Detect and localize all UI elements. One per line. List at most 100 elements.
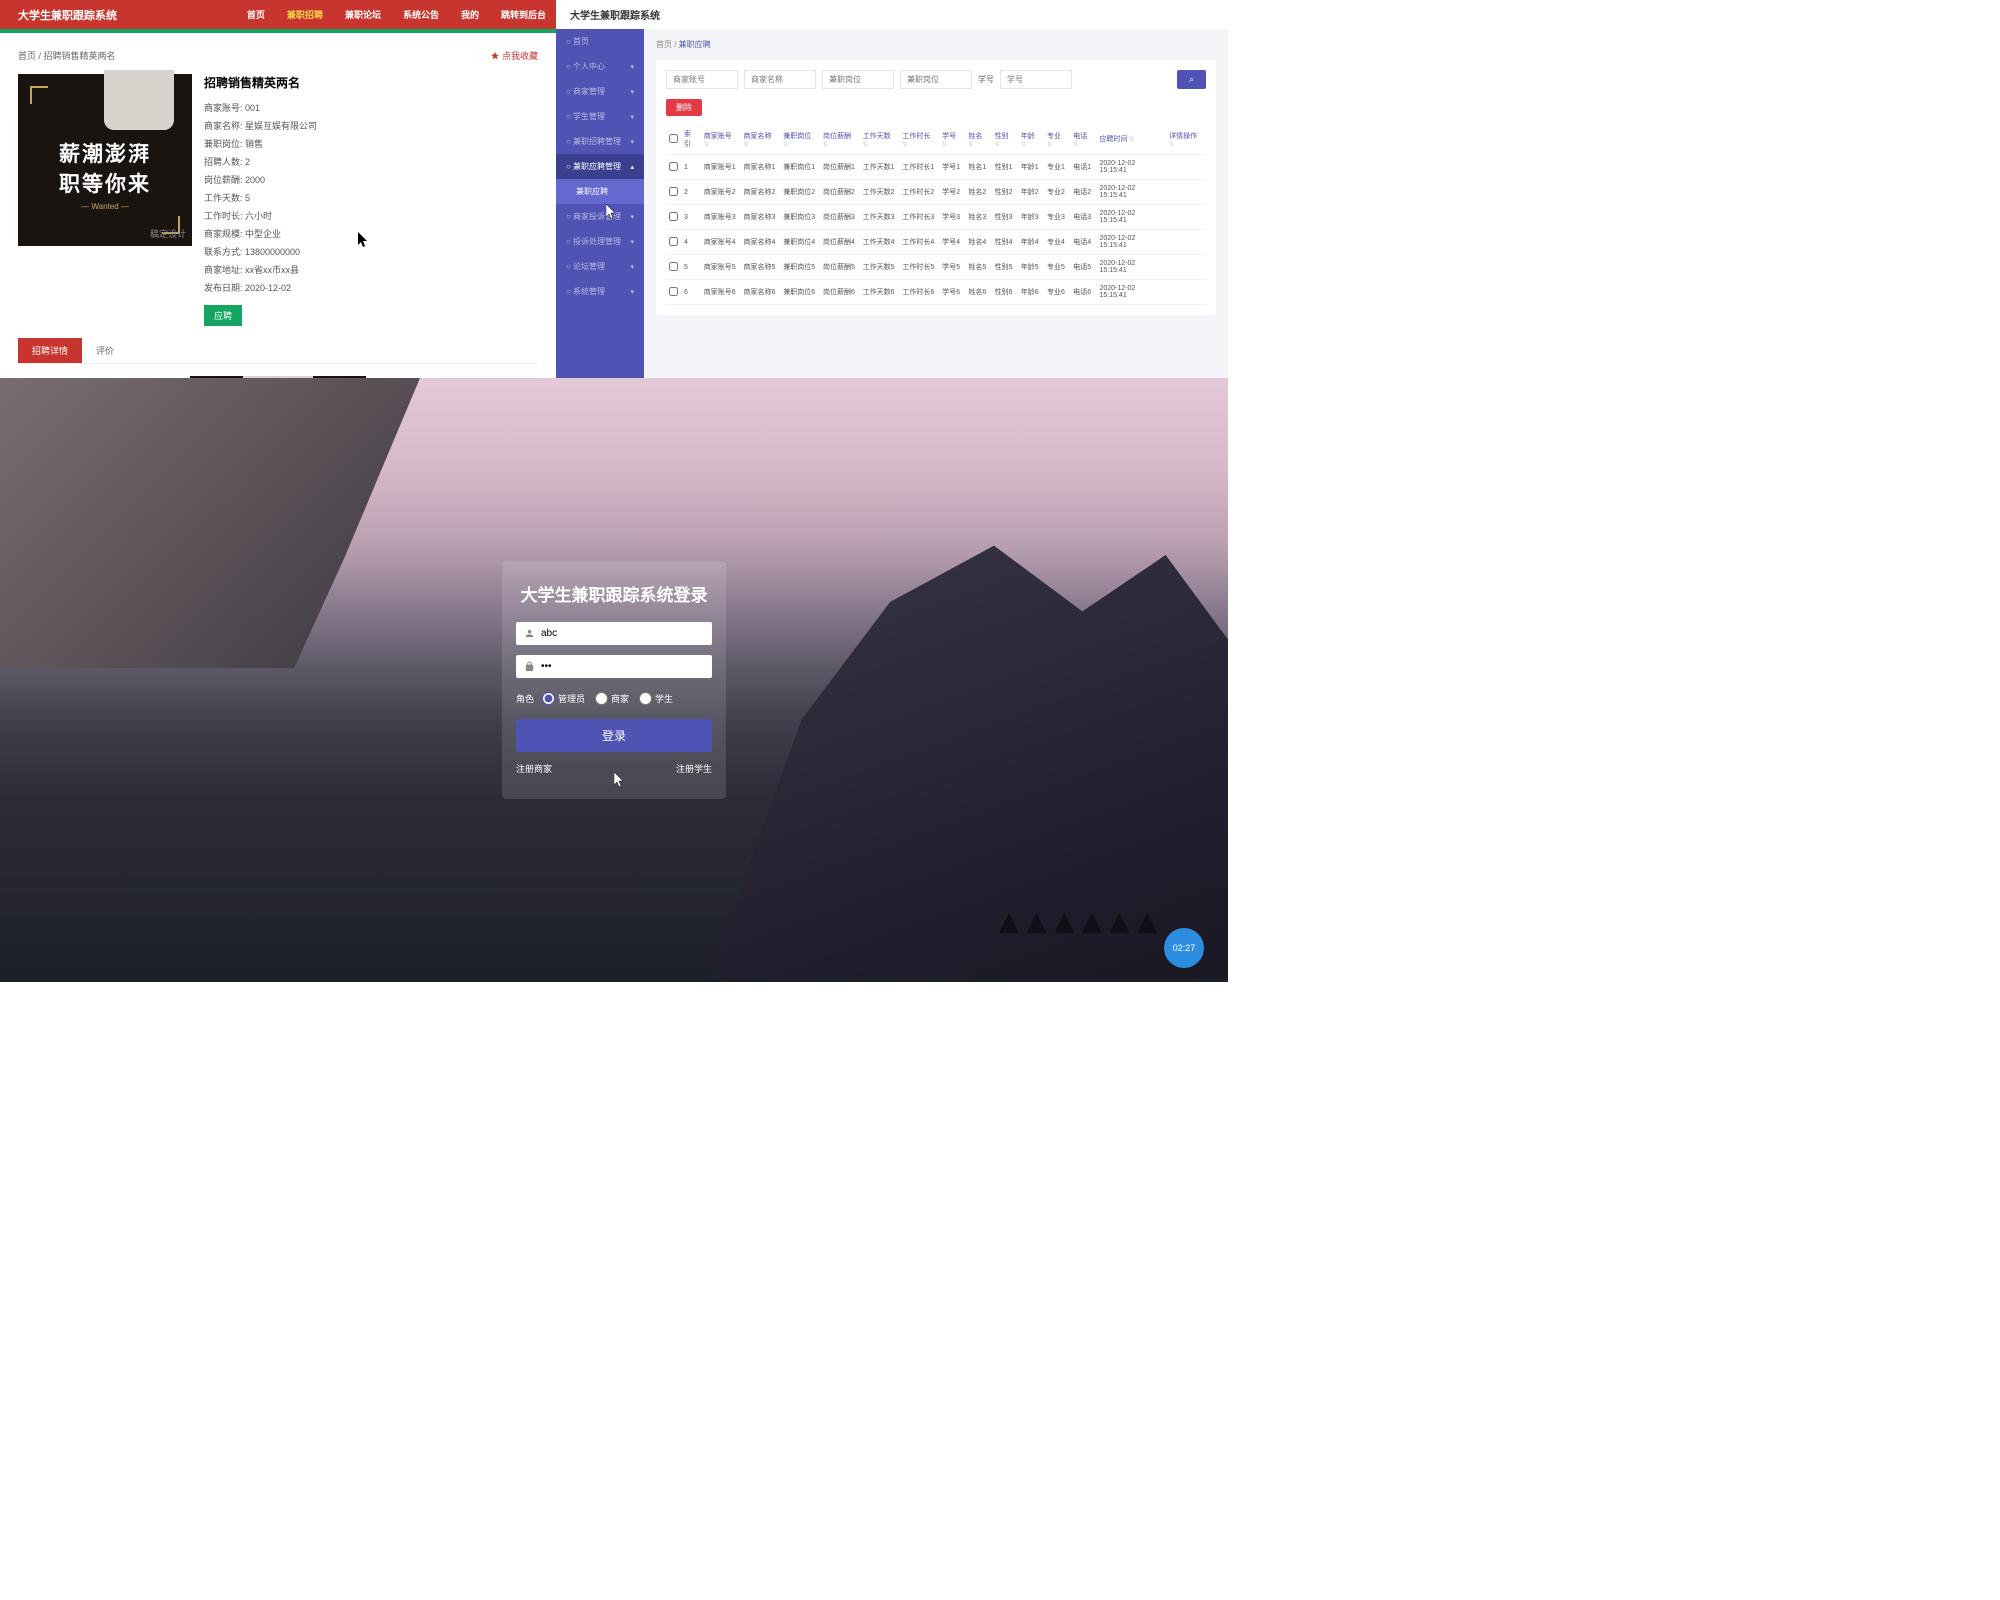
row-checkbox[interactable] [669, 162, 678, 171]
table-cell: 工作天数3 [860, 205, 900, 230]
table-cell: 商家账号1 [701, 155, 741, 180]
row-checkbox[interactable] [669, 237, 678, 246]
bulk-delete-button[interactable]: 删除 [666, 99, 702, 116]
nav-item[interactable]: 首页 [247, 8, 265, 21]
table-cell: 学号3 [939, 205, 965, 230]
breadcrumb-text: 首页 / 招聘销售精英两名 [18, 49, 116, 62]
sidebar-item[interactable]: ○ 个人中心▾ [556, 54, 644, 79]
table-header[interactable]: 工作天数 [860, 124, 900, 155]
table-header[interactable]: 电话 [1070, 124, 1096, 155]
sidebar-item[interactable]: ○ 商家投诉管理▾ [556, 204, 644, 229]
nav-item[interactable]: 兼职招聘 [287, 8, 323, 21]
table-cell: 2 [681, 180, 701, 205]
detail-tab[interactable]: 招聘详情 [18, 338, 82, 363]
detail-field: 商家账号: 001 [204, 99, 538, 117]
table-row: 5商家账号5商家名称5兼职岗位5岗位薪酬5工作天数5工作时长5学号5姓名5性别5… [666, 255, 1206, 280]
nav-item[interactable]: 跳转到后台 [501, 8, 546, 21]
sidebar-item[interactable]: ○ 首页 [556, 29, 644, 54]
favorite-button[interactable]: 点我收藏 [490, 49, 538, 62]
sidebar-item[interactable]: ○ 商家管理▾ [556, 79, 644, 104]
row-checkbox[interactable] [669, 287, 678, 296]
table-cell: 工作天数2 [860, 180, 900, 205]
table-cell: 商家账号5 [701, 255, 741, 280]
filter-input[interactable] [744, 70, 816, 89]
table-header[interactable]: 岗位薪酬 [820, 124, 860, 155]
table-cell: 性别6 [992, 280, 1018, 305]
login-form: 大学生兼职跟踪系统登录 角色 管理员商家学生 登录 注册商家 注册学生 [502, 561, 726, 799]
filter-input[interactable] [822, 70, 894, 89]
filter-row: 学号⌕ [666, 70, 1206, 89]
register-student-link[interactable]: 注册学生 [676, 762, 712, 775]
nav-item[interactable]: 兼职论坛 [345, 8, 381, 21]
table-header[interactable]: 学号 [939, 124, 965, 155]
filter-input[interactable] [900, 70, 972, 89]
sidebar-item[interactable]: ○ 论坛管理▾ [556, 254, 644, 279]
table-header[interactable]: 性别 [992, 124, 1018, 155]
row-checkbox[interactable] [669, 212, 678, 221]
table-cell: 年龄4 [1018, 230, 1044, 255]
table-header[interactable]: 兼职岗位 [780, 124, 820, 155]
table-cell [666, 155, 681, 180]
admin-breadcrumb: 首页 / 兼职应聘 [656, 29, 1216, 60]
table-header[interactable]: 商家名称 [740, 124, 780, 155]
table-cell: 工作天数6 [860, 280, 900, 305]
table-cell: 性别5 [992, 255, 1018, 280]
nav-item[interactable]: 系统公告 [403, 8, 439, 21]
table-cell: 2020-12-02 15:15:41 [1096, 205, 1166, 230]
table-cell: 工作时长5 [899, 255, 939, 280]
table-cell [1166, 155, 1206, 180]
table-header[interactable]: 详情操作 [1166, 124, 1206, 155]
filter-input[interactable] [666, 70, 738, 89]
register-merchant-link[interactable]: 注册商家 [516, 762, 552, 775]
sidebar-item[interactable]: ○ 系统管理▾ [556, 279, 644, 304]
table-header[interactable]: 年龄 [1018, 124, 1044, 155]
role-radio[interactable]: 学生 [639, 692, 673, 705]
row-checkbox[interactable] [669, 187, 678, 196]
table-header[interactable]: 商家账号 [701, 124, 741, 155]
table-cell: 电话5 [1070, 255, 1096, 280]
filter-input[interactable] [1000, 70, 1072, 89]
chevron-icon: ▾ [630, 88, 634, 96]
username-input[interactable] [541, 628, 704, 639]
table-header[interactable]: 工作时长 [899, 124, 939, 155]
lock-icon [524, 661, 535, 672]
admin-logo: 大学生兼职跟踪系统 [556, 0, 1228, 29]
video-timer-badge: 02:27 [1164, 928, 1204, 968]
table-cell: 姓名3 [965, 205, 991, 230]
select-all-checkbox[interactable] [669, 134, 678, 143]
table-header[interactable]: 应聘时间 [1096, 124, 1166, 155]
table-row: 3商家账号3商家名称3兼职岗位3岗位薪酬3工作天数3工作时长3学号3姓名3性别3… [666, 205, 1206, 230]
detail-field: 工作天数: 5 [204, 189, 538, 207]
chevron-icon: ▴ [630, 163, 634, 171]
poster-watermark: 稿定设计 [150, 227, 186, 240]
table-cell: 工作时长4 [899, 230, 939, 255]
table-cell: 岗位薪酬3 [820, 205, 860, 230]
table-cell: 商家账号3 [701, 205, 741, 230]
sidebar-item[interactable]: 兼职应聘 [556, 179, 644, 204]
sidebar-item[interactable]: ○ 兼职招聘管理▾ [556, 129, 644, 154]
poster-line1: 薪潮澎湃 [59, 138, 151, 168]
nav-item[interactable]: 我的 [461, 8, 479, 21]
table-header[interactable]: 专业 [1044, 124, 1070, 155]
search-button[interactable]: ⌕ [1177, 70, 1206, 89]
role-radio[interactable]: 商家 [595, 692, 629, 705]
row-checkbox[interactable] [669, 262, 678, 271]
detail-field: 商家名称: 星娱互娱有限公司 [204, 117, 538, 135]
crumb-current: 兼职应聘 [679, 40, 711, 49]
detail-tab[interactable]: 评价 [82, 338, 128, 363]
admin-sidebar: ○ 首页○ 个人中心▾○ 商家管理▾○ 学生管理▾○ 兼职招聘管理▾○ 兼职应聘… [556, 29, 644, 378]
login-button[interactable]: 登录 [516, 719, 712, 752]
password-input[interactable] [541, 661, 704, 672]
table-header[interactable]: 姓名 [965, 124, 991, 155]
crumb-home[interactable]: 首页 [656, 40, 672, 49]
sidebar-item[interactable]: ○ 兼职应聘管理▴ [556, 154, 644, 179]
table-cell: 2020-12-02 15:15:41 [1096, 155, 1166, 180]
detail-field: 兼职岗位: 销售 [204, 135, 538, 153]
sidebar-item[interactable]: ○ 学生管理▾ [556, 104, 644, 129]
apply-button[interactable]: 应聘 [204, 305, 242, 326]
sidebar-item[interactable]: ○ 投诉处理管理▾ [556, 229, 644, 254]
table-cell: 专业3 [1044, 205, 1070, 230]
table-header: 索引 [681, 124, 701, 155]
role-radio[interactable]: 管理员 [542, 692, 585, 705]
table-cell: 兼职岗位1 [780, 155, 820, 180]
